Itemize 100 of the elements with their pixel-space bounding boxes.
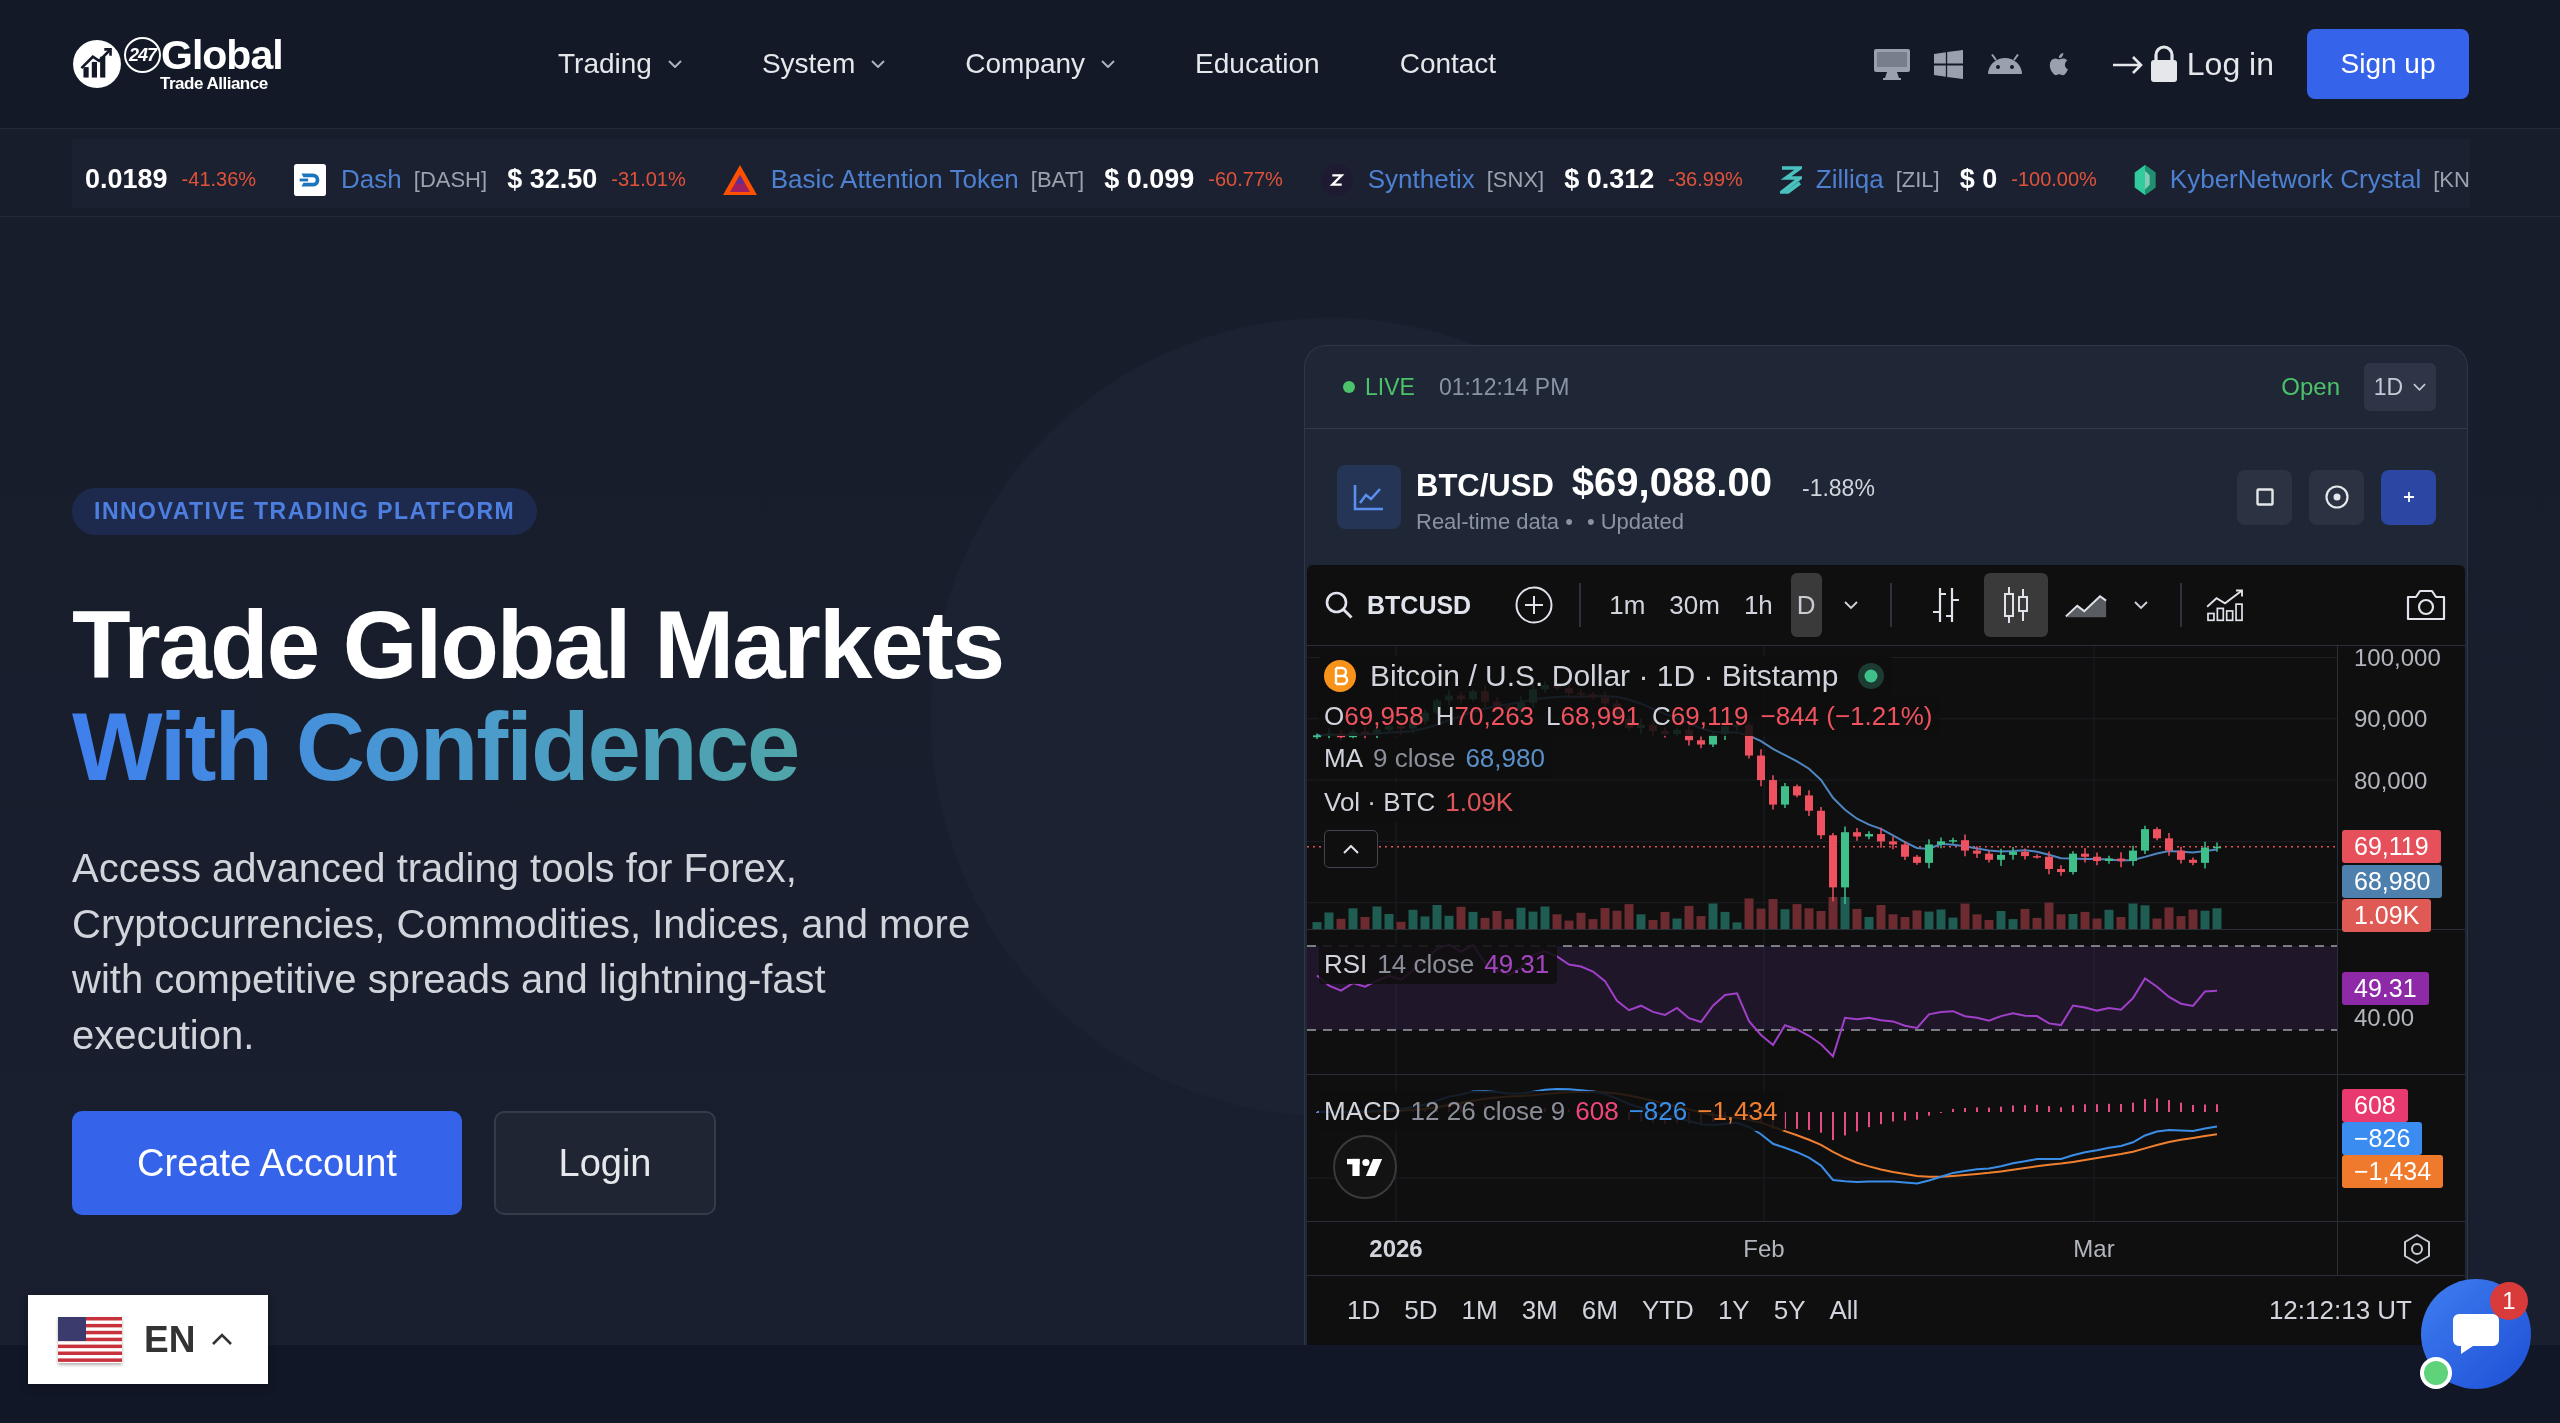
- range-button[interactable]: 1Y: [1707, 1289, 1760, 1332]
- coin-price: $ 0.312: [1564, 164, 1655, 195]
- icon-button[interactable]: [2309, 469, 2364, 525]
- coin-price: $ 32.50: [507, 164, 598, 195]
- value-tag: 69,119: [2342, 830, 2441, 863]
- live-label: LIVE: [1365, 373, 1415, 401]
- symbol-search-button[interactable]: BTCUSD: [1325, 580, 1472, 630]
- range-button[interactable]: 1M: [1451, 1289, 1508, 1332]
- flag-icon: [58, 1316, 122, 1363]
- value-tag: −1,434: [2342, 1155, 2444, 1188]
- price-change: -60.77%: [1208, 168, 1283, 191]
- range-button[interactable]: 5D: [1394, 1289, 1448, 1332]
- logo-tagline: Trade Alliance: [160, 74, 269, 94]
- login-button[interactable]: Login: [494, 1111, 716, 1215]
- coin-symbol: [KN: [2433, 166, 2470, 193]
- hero-description: Access advanced trading tools for Forex, Cryptocurrencies, Commodities, Indices, and more with competitive spreads and lightning-fast execution.: [72, 845, 972, 1059]
- coin-price: $ 0.099: [1104, 164, 1195, 195]
- time-label: Feb: [1743, 1235, 1785, 1263]
- nav-link[interactable]: Contact: [1399, 47, 1497, 81]
- axis-label: 80,000: [2354, 768, 2428, 793]
- axis-label: 40.00: [2354, 1006, 2415, 1030]
- time-label: 2026: [1369, 1235, 1423, 1263]
- price-change: -31.01%: [611, 168, 686, 191]
- logo-number: 247: [124, 37, 162, 74]
- plus-circle-icon: [1515, 586, 1554, 624]
- language-selector[interactable]: EN: [28, 1295, 268, 1384]
- time-label: Mar: [2073, 1235, 2115, 1263]
- range-button[interactable]: YTD: [1631, 1289, 1704, 1332]
- chevron-down-icon: [1843, 601, 1858, 609]
- indicator-value: 49.31: [1484, 948, 1550, 980]
- value-tag: 68,980: [2342, 864, 2443, 898]
- camera-icon: [2405, 588, 2447, 622]
- value-tag: 608: [2342, 1089, 2408, 1122]
- update-note: • Updated: [1586, 508, 1684, 535]
- plus-icon: [2402, 491, 2415, 503]
- logo-icon[interactable]: [72, 39, 122, 89]
- axis-label: 90,000: [2354, 707, 2428, 732]
- window-panes-icon[interactable]: [1933, 49, 1963, 79]
- interval-tab[interactable]: 1m: [1603, 573, 1652, 637]
- range-button[interactable]: 6M: [1571, 1289, 1628, 1332]
- indicator-name: RSI: [1324, 948, 1368, 980]
- chevron-down-icon: [667, 60, 682, 68]
- search-icon: [1325, 591, 1353, 619]
- value-tag: −826: [2342, 1122, 2423, 1155]
- logo-name: Global: [161, 34, 283, 76]
- signup-button[interactable]: Sign up: [2307, 29, 2469, 99]
- coin-link[interactable]: Zilliqa: [1815, 164, 1884, 195]
- price-change: -41.36%: [181, 168, 257, 191]
- tile-icon: [293, 163, 328, 196]
- chevron-up-icon: [211, 1333, 234, 1346]
- bars-icon: [1930, 586, 1961, 624]
- create-account-button[interactable]: Create Account: [72, 1111, 462, 1215]
- range-button[interactable]: 5Y: [1763, 1289, 1816, 1332]
- interval-tab[interactable]: D: [1790, 573, 1822, 637]
- price-change: -100.00%: [2011, 168, 2097, 191]
- zigzag-icon: [1779, 164, 1802, 195]
- target-icon: [2324, 485, 2349, 509]
- square-icon: [2255, 488, 2274, 506]
- price-change: -36.99%: [1668, 168, 1743, 191]
- coin-link[interactable]: Dash: [341, 164, 402, 195]
- interval-tab[interactable]: 1h: [1737, 573, 1779, 637]
- interval-tab[interactable]: 30m: [1663, 573, 1726, 637]
- robot-icon[interactable]: [1986, 54, 2023, 74]
- value-tag: 49.31: [2342, 972, 2429, 1005]
- coin-price: $ 0: [1959, 164, 1998, 195]
- market-status: Open: [2281, 373, 2340, 401]
- nav-link[interactable]: Trading: [558, 47, 682, 81]
- axis-label: 100,000: [2354, 646, 2441, 670]
- chevron-down-icon: [1101, 60, 1116, 68]
- line-chart-icon: [1337, 465, 1401, 529]
- chevron-down-icon: [2413, 383, 2427, 391]
- coin-link[interactable]: Basic Attention Token: [770, 164, 1019, 195]
- nav-link[interactable]: Company: [965, 47, 1116, 81]
- login-link[interactable]: Log in: [2110, 44, 2274, 84]
- indicator-params: 14 close: [1377, 948, 1475, 980]
- chart-clock: 12:12:13 UT: [2268, 1295, 2412, 1326]
- monitor-icon[interactable]: [1873, 48, 1910, 80]
- range-button[interactable]: 3M: [1511, 1289, 1568, 1332]
- chart-style-button[interactable]: [1983, 573, 2048, 637]
- coin-icon: [1319, 163, 1354, 196]
- clock-time: 01:12:14 PM: [1438, 373, 1570, 401]
- range-button[interactable]: 1D: [1337, 1289, 1391, 1332]
- interval-select[interactable]: 1D: [2364, 363, 2436, 411]
- price-change: -1.88%: [1802, 474, 1875, 502]
- chevron-down-icon: [2133, 601, 2148, 609]
- hero-eyebrow: INNOVATIVE TRADING PLATFORM: [72, 488, 538, 535]
- coin-link[interactable]: KyberNetwork Crystal: [2169, 164, 2422, 195]
- chevron-down-icon: [871, 60, 886, 68]
- nav-link[interactable]: System: [761, 47, 886, 81]
- icon-button[interactable]: [2237, 469, 2292, 525]
- speech-bubble-icon: [2451, 1312, 2501, 1356]
- coin-link[interactable]: Synthetix: [1367, 164, 1475, 195]
- data-note: Real-time data •: [1416, 508, 1573, 535]
- coin-price: 0.0189: [85, 164, 168, 195]
- nav-link[interactable]: Education: [1195, 47, 1320, 81]
- coin-symbol: [SNX]: [1486, 166, 1545, 193]
- triangle-icon: [722, 163, 757, 196]
- pair-name: BTC/USD: [1416, 467, 1554, 504]
- range-button[interactable]: All: [1819, 1289, 1869, 1332]
- coin-symbol: [BAT]: [1030, 166, 1085, 193]
